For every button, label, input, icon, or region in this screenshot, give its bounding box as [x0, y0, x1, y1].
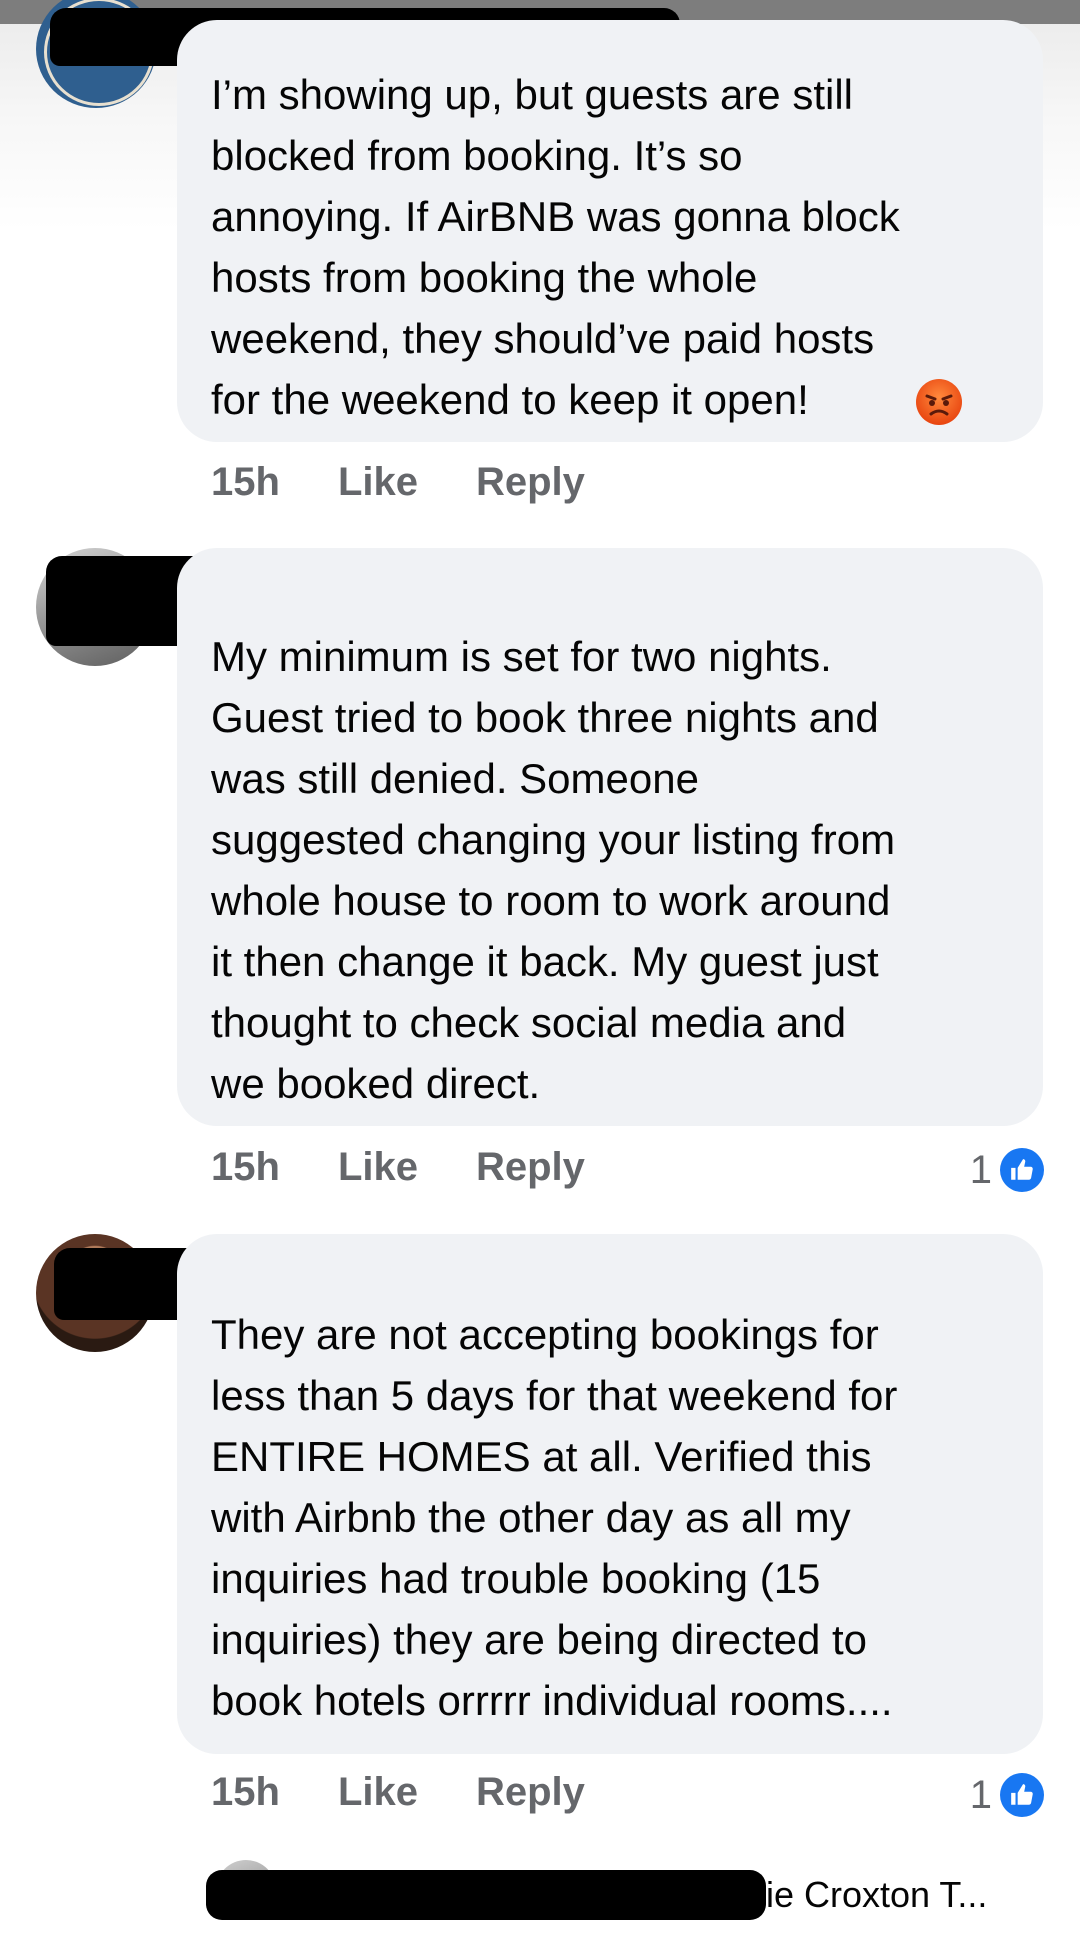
comment-bubble: I’m showing up, but guests are still blo…	[177, 20, 1043, 442]
comment-actions: 15h Like Reply	[211, 1145, 585, 1195]
comment-actions: 15h Like Reply	[211, 460, 585, 510]
reaction-count: 1	[969, 1147, 992, 1192]
like-button[interactable]: Like	[338, 460, 418, 510]
like-button[interactable]: Like	[338, 1145, 418, 1195]
thumbs-up-icon	[1000, 1773, 1044, 1817]
reaction-count: 1	[969, 1772, 992, 1817]
reply-button[interactable]: Reply	[476, 1145, 585, 1195]
redacted-name	[206, 1870, 766, 1920]
reaction-summary[interactable]: 1	[970, 1145, 1044, 1195]
comment-text: I’m showing up, but guests are still blo…	[211, 71, 900, 423]
reaction-summary[interactable]: 1	[970, 1770, 1044, 1820]
comment-bubble: They are not accepting bookings for less…	[177, 1234, 1043, 1754]
comment-text: They are not accepting bookings for less…	[211, 1311, 898, 1724]
redacted-name	[46, 590, 196, 646]
reply-author-name[interactable]: ie Croxton T...	[766, 1873, 987, 1917]
comment-actions: 15h Like Reply	[211, 1770, 585, 1820]
angry-face-icon	[915, 378, 963, 431]
comment-timestamp: 15h	[211, 1145, 280, 1189]
comment-bubble: My minimum is set for two nights. Guest …	[177, 548, 1043, 1126]
comment-timestamp: 15h	[211, 460, 280, 504]
thumbs-up-icon	[1000, 1148, 1044, 1192]
comment-timestamp: 15h	[211, 1770, 280, 1814]
reply-button[interactable]: Reply	[476, 1770, 585, 1820]
reply-button[interactable]: Reply	[476, 460, 585, 510]
like-button[interactable]: Like	[338, 1770, 418, 1820]
comment-text: My minimum is set for two nights. Guest …	[211, 633, 896, 1107]
